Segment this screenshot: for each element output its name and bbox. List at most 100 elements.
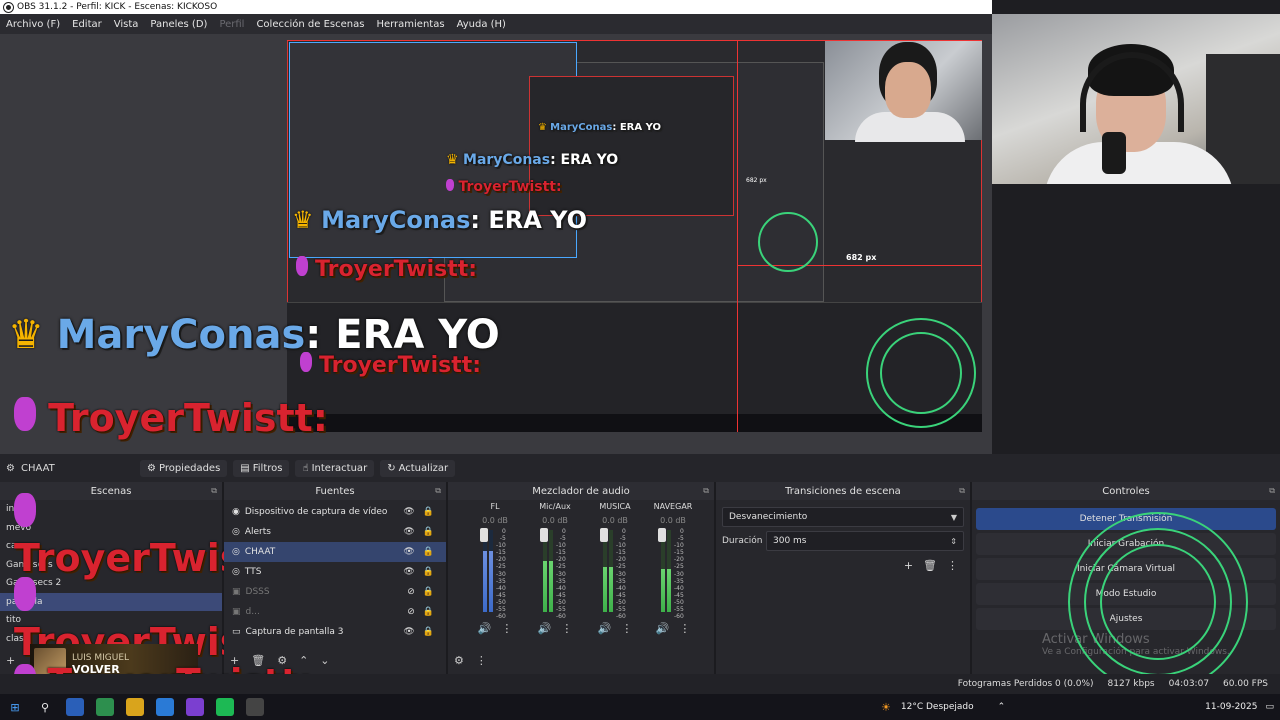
edge-icon[interactable]: [156, 698, 174, 716]
chevron-down-icon[interactable]: ⌄: [320, 654, 329, 667]
speaker-icon[interactable]: 🔊: [598, 622, 612, 635]
sources-header: Fuentes ⧉: [224, 482, 446, 500]
transition-select[interactable]: Desvanecimiento ▼: [722, 507, 964, 527]
volume-fader[interactable]: [600, 528, 608, 542]
source-item[interactable]: ▣ d... ⊘ 🔒: [224, 602, 446, 622]
volume-fader[interactable]: [540, 528, 548, 542]
tray-chevron-icon[interactable]: ⌃: [998, 702, 1006, 712]
properties-button[interactable]: ⚙ Propiedades: [140, 459, 228, 477]
db-tick: -45: [616, 591, 626, 599]
trash-icon[interactable]: 🗑: [923, 559, 937, 572]
mic-icon: [296, 256, 308, 276]
controls-header: Controles ⧉: [972, 482, 1280, 500]
menu-editar[interactable]: Editar: [66, 19, 108, 30]
db-tick: -45: [674, 591, 684, 599]
troyer-line-large: TroyerTwistt:: [14, 396, 328, 440]
popout-icon[interactable]: ⧉: [435, 486, 441, 496]
channel-name: Mic/Aux: [539, 502, 571, 511]
eye-icon[interactable]: 👁: [403, 507, 414, 517]
lock-icon[interactable]: 🔒: [423, 627, 434, 637]
speaker-icon[interactable]: 🔊: [538, 622, 552, 635]
lock-icon[interactable]: 🔒: [423, 587, 434, 597]
eye-icon[interactable]: 👁: [403, 527, 414, 537]
channel-db: 0.0 dB: [660, 516, 686, 525]
guide-line: [737, 40, 738, 432]
notification-icon[interactable]: ▭: [1265, 702, 1274, 712]
interact-button[interactable]: ☝ Interactuar: [295, 459, 375, 477]
popout-icon[interactable]: ⧉: [959, 486, 965, 496]
lock-icon[interactable]: 🔒: [423, 507, 434, 517]
menu-ayuda[interactable]: Ayuda (H): [451, 19, 512, 30]
source-item[interactable]: ◎ CHAAT 👁 🔒: [224, 542, 446, 562]
eye-icon[interactable]: 👁: [403, 567, 414, 577]
mixer-channel: Mic/Aux 0.0 dB 0 -5 -10 -15 -20 -25 -30 -35 -40 -45…: [526, 500, 584, 650]
folder-icon[interactable]: [126, 698, 144, 716]
source-item[interactable]: ▭ Captura de pantalla 3 👁 🔒: [224, 622, 446, 642]
more-icon[interactable]: ⋮: [621, 622, 632, 635]
speaker-icon[interactable]: 🔊: [656, 622, 670, 635]
add-transition-button[interactable]: +: [904, 559, 913, 572]
refresh-button[interactable]: ↻ Actualizar: [380, 459, 456, 477]
obs-taskbar-icon[interactable]: [246, 698, 264, 716]
db-tick: -25: [496, 563, 506, 571]
explorer-icon[interactable]: [66, 698, 84, 716]
db-tick: -50: [496, 598, 506, 606]
more-icon[interactable]: ⋮: [679, 622, 690, 635]
menu-perfil[interactable]: Perfil: [213, 19, 250, 30]
search-icon[interactable]: ⚲: [36, 698, 54, 716]
source-item[interactable]: ◎ Alerts 👁 🔒: [224, 522, 446, 542]
windows-start-icon[interactable]: ⊞: [6, 698, 24, 716]
camera-icon: ◉: [232, 507, 240, 517]
current-source: ⚙ CHAAT: [6, 462, 55, 474]
eye-hidden-icon[interactable]: ⊘: [407, 607, 415, 617]
eye-icon[interactable]: 👁: [403, 547, 414, 557]
more-icon[interactable]: ⋮: [501, 622, 512, 635]
source-item[interactable]: ◎ TTS 👁 🔒: [224, 562, 446, 582]
app-icon[interactable]: [96, 698, 114, 716]
db-tick: -20: [556, 556, 566, 564]
db-tick: -55: [556, 606, 566, 614]
volume-meter: [543, 530, 547, 612]
db-scale: 0 -5 -10 -15 -20 -25 -30 -35 -40 -45 -50 -55 -60: [616, 528, 626, 620]
popout-icon[interactable]: ⧉: [703, 486, 709, 496]
lock-icon[interactable]: 🔒: [423, 607, 434, 617]
size-label: 682 px: [846, 253, 877, 262]
lock-icon[interactable]: 🔒: [423, 527, 434, 537]
volume-fader[interactable]: [658, 528, 666, 542]
lock-icon[interactable]: 🔒: [423, 547, 434, 557]
db-tick: -25: [616, 563, 626, 571]
source-item[interactable]: ▣ DSSS ⊘ 🔒: [224, 582, 446, 602]
eye-hidden-icon[interactable]: ⊘: [407, 587, 415, 597]
db-tick: -35: [674, 577, 684, 585]
fps: 60.00 FPS: [1223, 679, 1268, 689]
eye-icon[interactable]: 👁: [403, 627, 414, 637]
db-tick: 0: [501, 528, 506, 535]
lock-icon[interactable]: 🔒: [423, 567, 434, 577]
menu-archivo[interactable]: Archivo (F): [0, 19, 66, 30]
menu-coleccion-escenas[interactable]: Colección de Escenas: [250, 19, 370, 30]
crown-icon: ♛: [8, 312, 44, 358]
source-item[interactable]: ◉ Dispositivo de captura de vídeo 👁 🔒: [224, 502, 446, 522]
gear-icon[interactable]: ⚙: [454, 654, 464, 667]
discord-icon[interactable]: [186, 698, 204, 716]
filters-button[interactable]: ▤ Filtros: [233, 459, 290, 477]
preview-area[interactable]: 682 px 682 px ♛ MaryConas: ERA YO ♛ Mary…: [0, 34, 992, 454]
webcam-feed: [992, 14, 1280, 184]
size-label-inner: 682 px: [746, 177, 767, 184]
menu-herramientas[interactable]: Herramientas: [370, 19, 450, 30]
duration-input[interactable]: 300 ms ⇕: [766, 531, 964, 551]
menu-vista[interactable]: Vista: [108, 19, 145, 30]
volume-fader[interactable]: [480, 528, 488, 542]
meter-level: [543, 561, 547, 612]
spotify-icon[interactable]: [216, 698, 234, 716]
db-tick: -40: [616, 584, 626, 592]
db-tick: -50: [616, 598, 626, 606]
db-tick: -30: [556, 570, 566, 578]
db-tick: -20: [674, 556, 684, 564]
more-icon[interactable]: ⋮: [947, 559, 958, 572]
more-icon[interactable]: ⋮: [561, 622, 572, 635]
more-icon[interactable]: ⋮: [476, 654, 487, 667]
menu-paneles[interactable]: Paneles (D): [144, 19, 213, 30]
speaker-icon[interactable]: 🔊: [478, 622, 492, 635]
popout-icon[interactable]: ⧉: [1269, 486, 1275, 496]
